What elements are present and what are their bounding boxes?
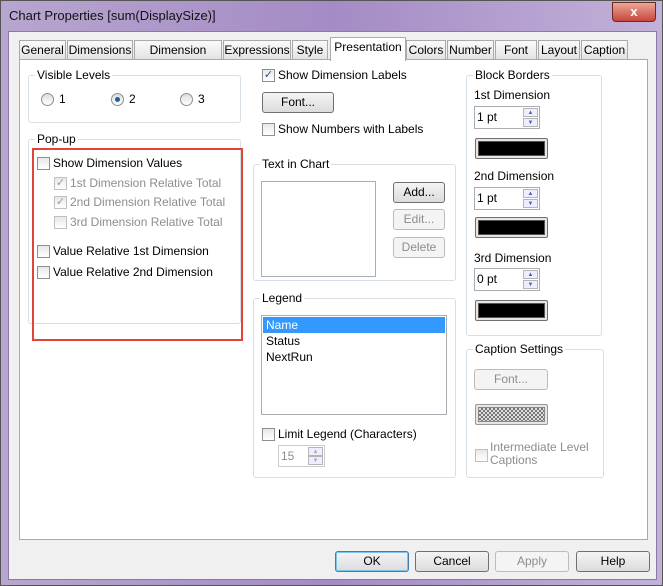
caption-font-button[interactable]: Font...	[474, 369, 548, 390]
limit-legend-label: Limit Legend (Characters)	[278, 427, 417, 441]
tab-number[interactable]: Number	[447, 40, 494, 60]
intermediate-captions-label: Intermediate Level Captions	[490, 440, 589, 467]
spin-down-icon[interactable]: ▼	[308, 456, 323, 465]
cancel-button[interactable]: Cancel	[415, 551, 489, 572]
level-3-radio[interactable]	[180, 93, 193, 106]
level-2-label: 2	[129, 92, 136, 106]
add-button[interactable]: Add...	[393, 182, 445, 203]
dialog-window: Chart Properties [sum(DisplaySize)] x Ge…	[0, 0, 663, 586]
delete-button[interactable]: Delete	[393, 237, 445, 258]
legend-item[interactable]: Status	[263, 333, 445, 349]
limit-legend-checkbox[interactable]	[262, 428, 275, 441]
tab-caption[interactable]: Caption	[581, 40, 628, 60]
presentation-panel: Visible Levels 1 2 3 Pop-up Show Dimensi…	[19, 59, 648, 540]
intermediate-captions-checkbox[interactable]	[475, 449, 488, 462]
legend-label: Legend	[260, 291, 305, 305]
dim3-color-button[interactable]	[475, 300, 548, 321]
tab-expressions[interactable]: Expressions	[223, 40, 291, 60]
level-1-label: 1	[59, 92, 66, 106]
dim1-label: 1st Dimension	[474, 88, 551, 102]
dialog-client: General Dimensions Dimension Limits Expr…	[8, 31, 657, 580]
help-button[interactable]: Help	[576, 551, 650, 572]
dim1-width-spinner[interactable]: 1 pt ▲ ▼	[474, 106, 540, 129]
text-in-chart-list[interactable]	[261, 181, 376, 277]
dim1-color-button[interactable]	[475, 138, 548, 159]
dim3-value: 0 pt	[477, 272, 498, 286]
window-title: Chart Properties [sum(DisplaySize)]	[9, 8, 216, 23]
legend-item[interactable]: Name	[263, 317, 445, 333]
tab-style[interactable]: Style	[292, 40, 328, 60]
tab-layout[interactable]: Layout	[538, 40, 580, 60]
visible-levels-group: Visible Levels 1 2 3	[28, 68, 241, 123]
caption-settings-label: Caption Settings	[473, 342, 566, 356]
apply-button[interactable]: Apply	[495, 551, 569, 572]
close-button[interactable]: x	[612, 2, 656, 22]
spin-down-icon[interactable]: ▼	[523, 199, 538, 208]
ok-button[interactable]: OK	[335, 551, 409, 572]
tab-dimension-limits[interactable]: Dimension Limits	[134, 40, 222, 75]
text-in-chart-group: Text in Chart Add... Edit... Delete	[253, 157, 456, 281]
tab-dimensions[interactable]: Dimensions	[67, 40, 133, 60]
visible-levels-label: Visible Levels	[35, 68, 113, 82]
dim1-value: 1 pt	[477, 110, 498, 124]
show-numbers-label: Show Numbers with Labels	[278, 122, 424, 136]
dim2-label: 2nd Dimension	[474, 169, 555, 183]
tab-general[interactable]: General	[19, 40, 66, 60]
block-borders-group: Block Borders 1st Dimension 1 pt ▲ ▼ 2nd…	[466, 68, 602, 336]
dim3-width-spinner[interactable]: 0 pt ▲ ▼	[474, 268, 540, 291]
level-3-label: 3	[198, 92, 205, 106]
edit-button[interactable]: Edit...	[393, 209, 445, 230]
text-in-chart-label: Text in Chart	[260, 157, 332, 171]
tab-colors[interactable]: Colors	[406, 40, 446, 60]
legend-group: Legend Name Status NextRun Limit Legend …	[253, 291, 456, 478]
highlight-rectangle	[32, 148, 243, 341]
block-borders-label: Block Borders	[473, 68, 552, 82]
dim3-label: 3rd Dimension	[474, 251, 552, 265]
tab-font[interactable]: Font	[495, 40, 537, 60]
spin-down-icon[interactable]: ▼	[523, 118, 538, 127]
popup-label: Pop-up	[35, 132, 78, 146]
spin-down-icon[interactable]: ▼	[523, 280, 538, 289]
level-2-radio[interactable]	[111, 93, 124, 106]
spin-up-icon[interactable]: ▲	[523, 108, 538, 117]
show-numbers-checkbox[interactable]	[262, 123, 275, 136]
limit-legend-value: 15	[281, 449, 295, 463]
tab-presentation[interactable]: Presentation	[330, 37, 406, 61]
dim2-value: 1 pt	[477, 191, 498, 205]
show-dimension-labels-label: Show Dimension Labels	[278, 68, 407, 82]
dim2-color-button[interactable]	[475, 217, 548, 238]
spin-up-icon[interactable]: ▲	[308, 447, 323, 456]
spin-up-icon[interactable]: ▲	[523, 189, 538, 198]
caption-pattern-button[interactable]	[475, 404, 548, 425]
legend-item[interactable]: NextRun	[263, 349, 445, 365]
show-dimension-labels-checkbox[interactable]: ✓	[262, 69, 275, 82]
legend-list[interactable]: Name Status NextRun	[261, 315, 447, 415]
labels-font-button[interactable]: Font...	[262, 92, 334, 113]
limit-legend-spinner[interactable]: 15 ▲ ▼	[278, 445, 325, 467]
level-1-radio[interactable]	[41, 93, 54, 106]
spin-up-icon[interactable]: ▲	[523, 270, 538, 279]
dim2-width-spinner[interactable]: 1 pt ▲ ▼	[474, 187, 540, 210]
caption-settings-group: Caption Settings Font... Intermediate Le…	[466, 342, 604, 478]
